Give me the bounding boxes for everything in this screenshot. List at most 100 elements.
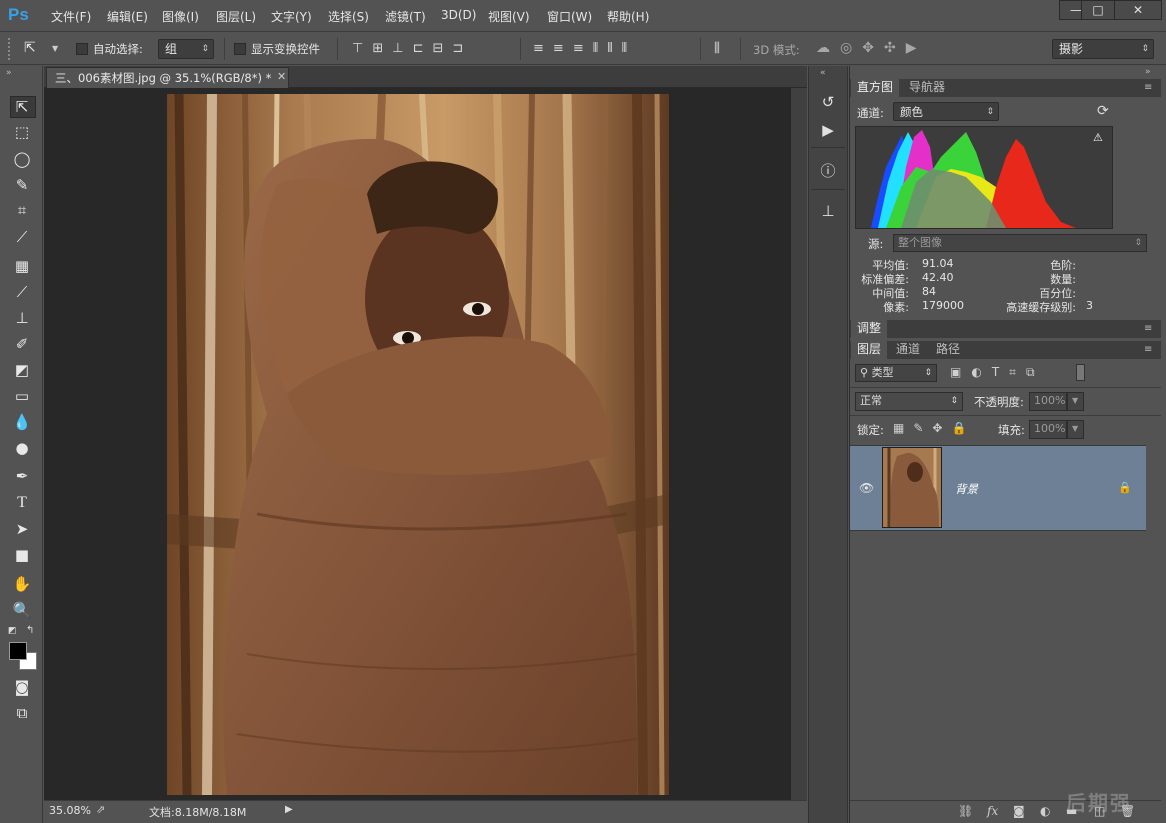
gradient-tool-icon[interactable]: ▭	[12, 386, 32, 406]
quick-select-tool-icon[interactable]: ✎	[12, 175, 32, 195]
zoom-tool-icon[interactable]: 🔍	[12, 600, 32, 620]
vertical-scrollbar[interactable]	[791, 88, 807, 800]
layer-name[interactable]: 背景	[955, 481, 978, 497]
menu-help[interactable]: 帮助(H)	[607, 8, 649, 25]
tool-presets-icon[interactable]: ⊥	[811, 198, 845, 224]
source-dropdown[interactable]: 整个图像 ⇕	[893, 234, 1147, 252]
history-icon[interactable]: ↺	[811, 89, 845, 115]
move-tool-icon[interactable]: ⇱	[12, 97, 32, 117]
distribute-hcenter-icon[interactable]: ⫴	[607, 41, 621, 56]
tab-navigator[interactable]: 导航器	[903, 79, 951, 97]
hand-tool-icon[interactable]: ✋	[12, 574, 32, 594]
export-icon[interactable]: ⇗	[96, 803, 105, 816]
panel-menu-icon[interactable]: ≡	[1144, 82, 1152, 93]
collapse-arrows-icon[interactable]: »	[6, 68, 12, 78]
rectangle-tool-icon[interactable]: ■	[12, 545, 32, 565]
eraser-tool-icon[interactable]: ◩	[12, 360, 32, 380]
layer-filter-dropdown[interactable]: ⚲ 类型 ⇕	[855, 364, 937, 382]
auto-select-dropdown[interactable]: 组 ⇕	[158, 39, 214, 59]
fx-icon[interactable]: fx	[987, 804, 998, 818]
actions-play-icon[interactable]: ▶	[811, 117, 845, 143]
lasso-tool-icon[interactable]: ◯	[12, 149, 32, 169]
menu-layer[interactable]: 图层(L)	[216, 8, 256, 25]
panel-menu-icon[interactable]: ≡	[1144, 344, 1152, 355]
pen-tool-icon[interactable]: ✒	[12, 466, 32, 486]
filter-toggle[interactable]	[1076, 364, 1085, 381]
align-top-icon[interactable]: ⊤	[352, 41, 372, 56]
filter-smart-object-icon[interactable]: ⧉	[1026, 365, 1045, 379]
show-transform-checkbox[interactable]	[234, 43, 246, 55]
align-right-icon[interactable]: ⊐	[452, 41, 472, 56]
tab-channels[interactable]: 通道	[890, 341, 926, 359]
distribute-top-icon[interactable]: ≡	[533, 41, 553, 56]
healing-brush-tool-icon[interactable]: ▦	[12, 256, 32, 276]
menu-filter[interactable]: 滤镜(T)	[385, 8, 426, 25]
maximize-button[interactable]: □	[1081, 0, 1115, 20]
filter-shape-icon[interactable]: ⌗	[1009, 365, 1026, 379]
blend-mode-dropdown[interactable]: 正常 ⇕	[855, 392, 963, 411]
3d-rotate-icon[interactable]: ☁	[816, 40, 840, 56]
warning-icon[interactable]: ⚠	[1093, 131, 1105, 144]
menu-type[interactable]: 文字(Y)	[271, 8, 312, 25]
move-tool-preset-icon[interactable]: ⇱	[24, 40, 36, 56]
close-tab-icon[interactable]: ✕	[277, 70, 286, 83]
filter-pixel-icon[interactable]: ▣	[950, 365, 971, 379]
link-layers-icon[interactable]: ⛓	[958, 804, 973, 818]
menu-image[interactable]: 图像(I)	[162, 8, 199, 25]
collapse-arrows-icon[interactable]: »	[1145, 67, 1151, 77]
adjustment-layer-icon[interactable]: ◐	[1040, 804, 1050, 818]
distribute-left-icon[interactable]: ⫴	[593, 41, 607, 56]
tab-paths[interactable]: 路径	[930, 341, 966, 359]
add-mask-icon[interactable]: ◙	[1013, 804, 1025, 818]
3d-pan-icon[interactable]: ✥	[862, 40, 884, 56]
close-button[interactable]: ✕	[1114, 0, 1162, 20]
document-image[interactable]	[167, 94, 669, 795]
tab-adjustments[interactable]: 调整	[851, 320, 888, 338]
eyedropper-tool-icon[interactable]: ⟋	[12, 227, 32, 247]
type-tool-icon[interactable]: T	[12, 493, 32, 513]
collapse-arrows-icon[interactable]: «	[820, 68, 826, 78]
menu-3d[interactable]: 3D(D)	[441, 8, 476, 22]
menu-select[interactable]: 选择(S)	[328, 8, 369, 25]
filter-type-icon[interactable]: T	[992, 365, 1009, 379]
foreground-color-swatch[interactable]	[9, 642, 27, 660]
auto-select-checkbox[interactable]	[76, 43, 88, 55]
distribute-bottom-icon[interactable]: ≡	[573, 41, 593, 56]
zoom-level[interactable]: 35.08%	[49, 804, 91, 817]
workspace-dropdown[interactable]: 摄影 ⇕	[1052, 39, 1154, 59]
3d-roll-icon[interactable]: ◎	[840, 40, 862, 56]
refresh-icon[interactable]: ⟳	[1097, 103, 1109, 119]
visibility-eye-icon[interactable]: 👁	[859, 481, 874, 495]
default-colors-icon[interactable]: ◩	[8, 626, 17, 636]
document-tab[interactable]: 三、006素材图.jpg @ 35.1%(RGB/8*) *	[46, 67, 289, 88]
blur-tool-icon[interactable]: 💧	[12, 412, 32, 432]
screen-mode-icon[interactable]: ⧉	[12, 703, 32, 723]
distribute-vcenter-icon[interactable]: ≡	[553, 41, 573, 56]
distribute-right-icon[interactable]: ⫴	[622, 41, 636, 56]
filter-adjustment-icon[interactable]: ◐	[971, 365, 991, 379]
channel-dropdown[interactable]: 颜色 ⇕	[893, 102, 999, 121]
tab-layers[interactable]: 图层	[851, 341, 888, 359]
status-menu-arrow-icon[interactable]: ▶	[285, 804, 293, 815]
lock-pixels-icon[interactable]: ✎	[913, 421, 932, 435]
opacity-input[interactable]: 100%	[1029, 392, 1067, 411]
menu-view[interactable]: 视图(V)	[488, 8, 530, 25]
align-left-icon[interactable]: ⊏	[413, 41, 433, 56]
auto-align-icon[interactable]: ⫼	[714, 41, 720, 56]
lock-all-icon[interactable]: 🔒	[951, 421, 975, 435]
3d-scale-icon[interactable]: ▶	[906, 40, 927, 56]
info-icon[interactable]: ⓘ	[811, 158, 845, 184]
fill-dropdown-arrow-icon[interactable]: ▼	[1067, 420, 1084, 439]
opacity-dropdown-arrow-icon[interactable]: ▼	[1067, 392, 1084, 411]
panel-menu-icon[interactable]: ≡	[1144, 323, 1152, 334]
path-select-tool-icon[interactable]: ➤	[12, 519, 32, 539]
lock-transparency-icon[interactable]: ▦	[893, 421, 913, 435]
dodge-tool-icon[interactable]: ●	[12, 438, 32, 458]
lock-position-icon[interactable]: ✥	[932, 421, 951, 435]
clone-stamp-tool-icon[interactable]: ⊥	[12, 308, 32, 328]
3d-slide-icon[interactable]: ✣	[884, 40, 906, 56]
quick-mask-icon[interactable]: ◙	[12, 677, 32, 697]
menu-edit[interactable]: 编辑(E)	[107, 8, 148, 25]
crop-tool-icon[interactable]: ⌗	[12, 200, 32, 220]
history-brush-tool-icon[interactable]: ✐	[12, 334, 32, 354]
